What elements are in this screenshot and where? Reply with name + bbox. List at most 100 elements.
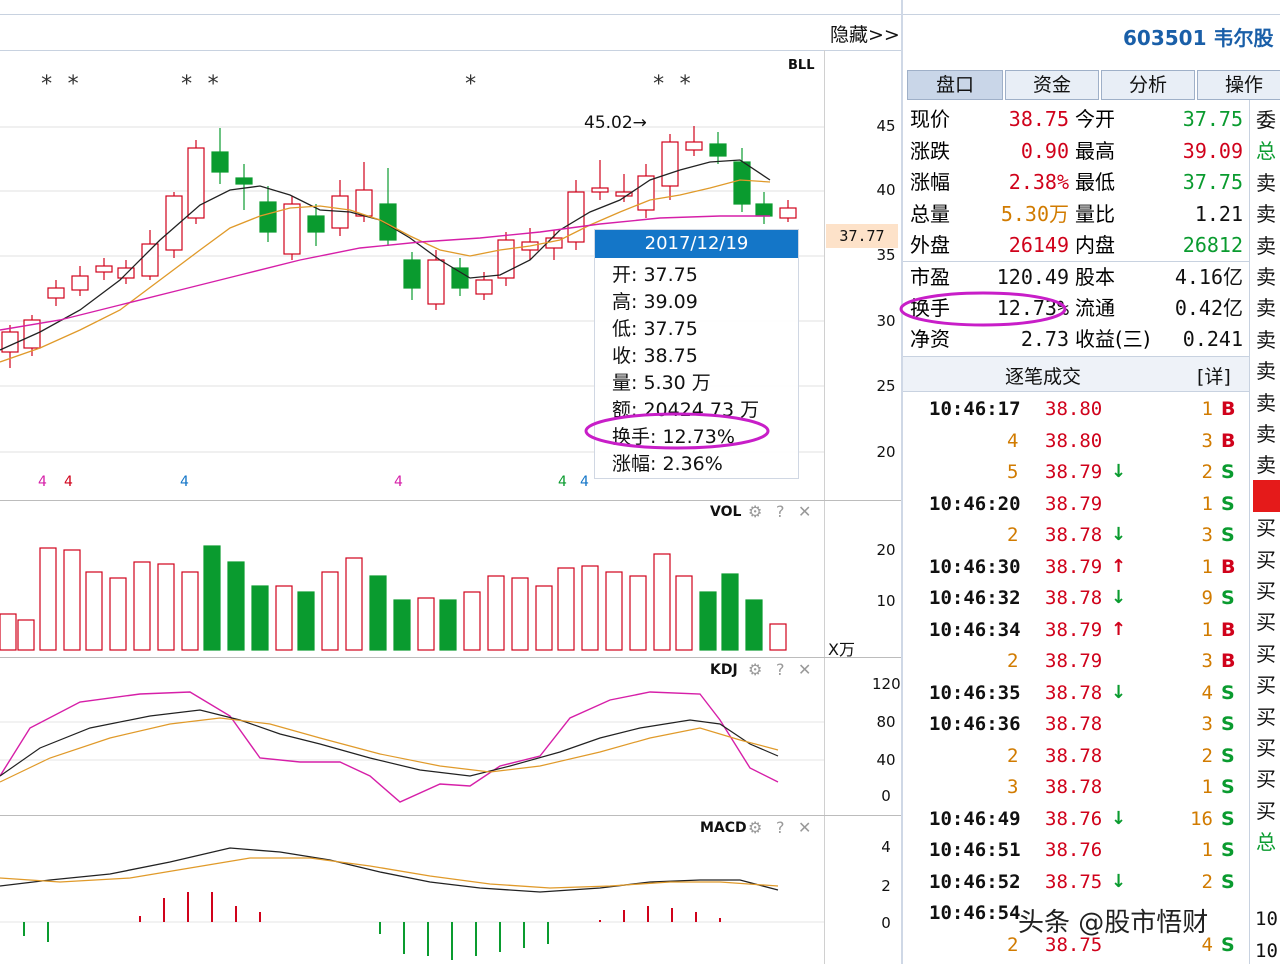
candle-body[interactable]: [141, 243, 159, 277]
volume-bar[interactable]: [181, 571, 199, 651]
volume-bar[interactable]: [275, 585, 293, 651]
macd-dif-line: [0, 847, 779, 893]
candle-body[interactable]: [755, 203, 773, 217]
volume-bar[interactable]: [157, 563, 175, 651]
candle-body[interactable]: [661, 141, 679, 187]
hide-button[interactable]: 隐藏>>: [830, 20, 900, 47]
volume-bar[interactable]: [511, 577, 529, 651]
volume-bar[interactable]: [251, 585, 269, 651]
order-book-label: 卖: [1256, 359, 1276, 384]
candle-body[interactable]: [187, 147, 205, 219]
volume-bar[interactable]: [439, 599, 457, 651]
volume-bar[interactable]: [487, 575, 505, 651]
volume-bar[interactable]: [0, 613, 17, 651]
chart-top-border: [0, 50, 902, 51]
volume-bar[interactable]: [653, 553, 671, 651]
volume-bar[interactable]: [297, 591, 315, 651]
macd-histogram: [23, 892, 721, 960]
order-book-label: 卖: [1256, 422, 1276, 446]
candle-body[interactable]: [235, 177, 253, 185]
volume-bar[interactable]: [721, 573, 739, 651]
candle-body[interactable]: [95, 265, 113, 273]
event-marker[interactable]: * *: [180, 72, 220, 97]
candle-body[interactable]: [1, 331, 19, 353]
volume-bar[interactable]: [109, 577, 127, 651]
price-tick: 40: [876, 181, 896, 199]
volume-bar[interactable]: [675, 575, 693, 651]
order-book-label: 买: [1256, 736, 1276, 760]
volume-bar[interactable]: [63, 549, 81, 651]
candle-body[interactable]: [637, 175, 655, 211]
candle-body[interactable]: [427, 259, 445, 305]
candle-body[interactable]: [307, 215, 325, 233]
watermark: 头条 @股市悟财: [1018, 908, 1209, 938]
price-tick: 25: [876, 377, 896, 395]
volume-bar[interactable]: [321, 571, 339, 651]
candle-body[interactable]: [259, 201, 277, 233]
volume-bar[interactable]: [629, 575, 647, 651]
svg-text:4: 4: [64, 474, 73, 490]
candle-body[interactable]: [451, 267, 469, 289]
order-book-label: 买: [1256, 579, 1276, 603]
candle-body[interactable]: [47, 287, 65, 299]
volume-bar[interactable]: [227, 561, 245, 651]
current-price-tag: 37.77: [826, 224, 898, 248]
volume-chart[interactable]: [0, 500, 824, 657]
macd-chart[interactable]: [0, 816, 824, 964]
order-book-label: 买: [1256, 673, 1276, 698]
volume-bar[interactable]: [203, 545, 221, 651]
candle-body[interactable]: [283, 203, 301, 255]
volume-bar[interactable]: [39, 547, 57, 651]
volume-bar[interactable]: [605, 571, 623, 651]
volume-bar[interactable]: [699, 591, 717, 651]
macd-tick: 0: [881, 914, 891, 932]
volume-bar[interactable]: [393, 599, 411, 651]
volume-bar[interactable]: [769, 623, 787, 651]
vol-tick: 10: [876, 592, 896, 610]
candle-body[interactable]: [685, 141, 703, 151]
event-marker[interactable]: * *: [652, 72, 692, 97]
svg-text:4: 4: [394, 474, 403, 490]
svg-text:4: 4: [558, 474, 567, 490]
mid-price-marker: [1253, 480, 1280, 512]
kdj-chart[interactable]: [0, 658, 824, 815]
volume-bar[interactable]: [369, 575, 387, 651]
event-marker[interactable]: *: [464, 72, 477, 97]
quote-pane: 603501 韦尔股 盘口 资金 分析 操作 现价 38.75 今开 37.75…: [899, 0, 1280, 964]
candle-body[interactable]: [355, 189, 373, 217]
volume-bar[interactable]: [745, 599, 763, 651]
candle-body[interactable]: [71, 275, 89, 291]
kdj-j-line: [0, 691, 779, 803]
candle-body[interactable]: [779, 207, 797, 219]
order-book-label: 卖: [1256, 170, 1276, 195]
candle-body[interactable]: [591, 187, 609, 193]
order-book-label: 卖: [1256, 327, 1276, 352]
candle-body[interactable]: [117, 267, 135, 279]
volume-bar[interactable]: [463, 591, 481, 651]
volume-bar[interactable]: [535, 585, 553, 651]
volume-bar[interactable]: [85, 571, 103, 651]
volume-bar[interactable]: [17, 619, 35, 651]
vol-unit: X万: [828, 640, 855, 659]
tooltip-date: 2017/12/19: [595, 230, 798, 258]
candle-body[interactable]: [475, 279, 493, 295]
volume-bars: [0, 545, 787, 651]
volume-bar[interactable]: [557, 567, 575, 651]
event-marker[interactable]: * *: [40, 72, 80, 97]
svg-text:4: 4: [38, 474, 47, 490]
volume-bar[interactable]: [345, 557, 363, 651]
volume-bar[interactable]: [417, 597, 435, 651]
candle-body[interactable]: [709, 143, 727, 157]
kdj-k-line: [0, 709, 779, 777]
candle-body[interactable]: [211, 151, 229, 173]
candle-body[interactable]: [403, 259, 421, 289]
chart-area: 隐藏>> BLL * * * * * * * 4 4 4 4 4 4 45.02…: [0, 0, 902, 964]
vol-tick: 20: [876, 541, 896, 559]
volume-bar[interactable]: [581, 565, 599, 651]
price-tick: 30: [876, 312, 896, 330]
candle-body[interactable]: [733, 161, 751, 205]
tooltip-change: 涨幅: 2.36%: [612, 453, 723, 475]
side-bottom-value: 10: [1255, 940, 1278, 962]
volume-bar[interactable]: [133, 561, 151, 651]
kdj-tick: 120: [872, 675, 901, 693]
